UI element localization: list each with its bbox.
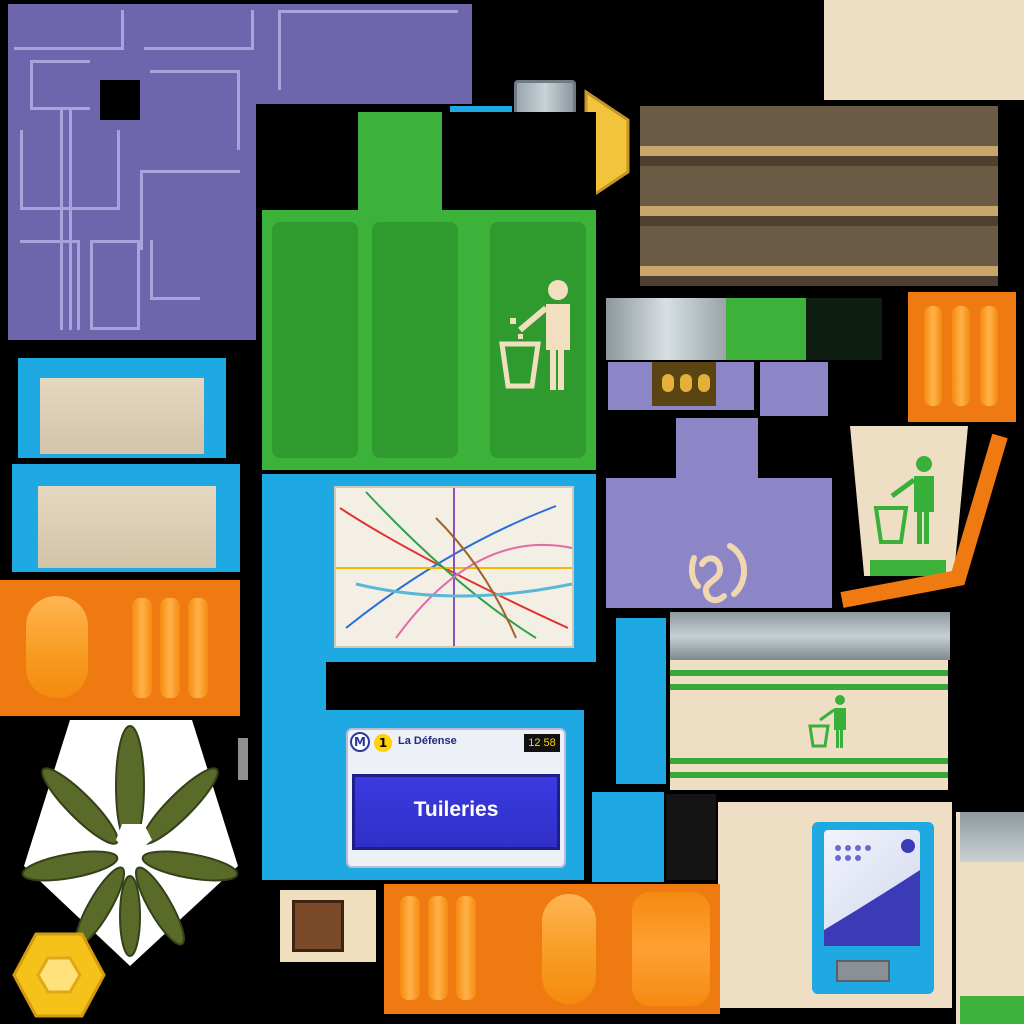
metro-map-lines [336, 488, 573, 646]
orange-rail [840, 433, 1008, 608]
cyan-block [616, 618, 666, 784]
maze-line [30, 60, 90, 110]
green-stripe [670, 670, 948, 676]
vent-bar [400, 896, 420, 1000]
maze-line [144, 10, 254, 50]
trash-bin-person-icon [499, 280, 570, 390]
ear-icon [688, 543, 748, 604]
maze-line [150, 240, 200, 300]
vent-bar [924, 306, 942, 406]
maze-line [140, 170, 240, 250]
dark-strip [806, 298, 882, 360]
line-number-badge: 1 [374, 734, 392, 752]
cyan-block [592, 792, 664, 882]
sand-fill [40, 378, 204, 454]
vent-bar [952, 306, 970, 406]
soil-strip [640, 106, 998, 286]
vent-bar [132, 598, 152, 698]
vent-bar [160, 598, 180, 698]
clock-display: 12 58 [524, 734, 560, 752]
maze-line [278, 10, 458, 90]
orange-light [542, 894, 596, 1004]
maze-line [90, 240, 140, 330]
metal-top [960, 812, 1024, 862]
dark-block [666, 794, 716, 880]
metro-logo-icon: M [350, 732, 370, 752]
bg-gap [442, 112, 596, 210]
hexagon-bolt [12, 932, 106, 1018]
green-slot [272, 222, 358, 458]
maze-hole [100, 80, 140, 120]
maze-line [14, 10, 124, 50]
station-name: Tuileries [413, 798, 499, 821]
cyan-column [262, 474, 326, 880]
vent-bar [456, 896, 476, 1000]
green-slot [372, 222, 458, 458]
green-base [960, 996, 1024, 1024]
lavender-cross-top [676, 418, 758, 480]
destination-label: La Défense [398, 735, 457, 747]
maze-line [20, 240, 80, 330]
button-light [662, 374, 674, 392]
sand-fill [38, 486, 216, 568]
orange-pad [632, 892, 710, 1006]
button-light [698, 374, 710, 392]
cream-panel [824, 0, 1024, 100]
vent-bar [188, 598, 208, 698]
vent-bar [428, 896, 448, 1000]
ticket-screen-art [824, 839, 920, 946]
green-stripe [670, 758, 948, 764]
vent-bar [980, 306, 998, 406]
ticket-slot [836, 960, 890, 982]
glass-strip [606, 298, 726, 360]
metal-lid [670, 612, 950, 660]
maze-line [150, 70, 240, 150]
green-stripe [670, 772, 948, 778]
green-stripe [670, 684, 948, 690]
dirt-square-inner [292, 900, 344, 952]
gray-bar [238, 738, 248, 780]
orange-light [26, 596, 88, 698]
green-strip [726, 298, 806, 360]
button-light [680, 374, 692, 392]
lavender-square [760, 362, 828, 416]
bg-gap [262, 112, 358, 210]
trash-bin-person-icon [808, 695, 846, 748]
